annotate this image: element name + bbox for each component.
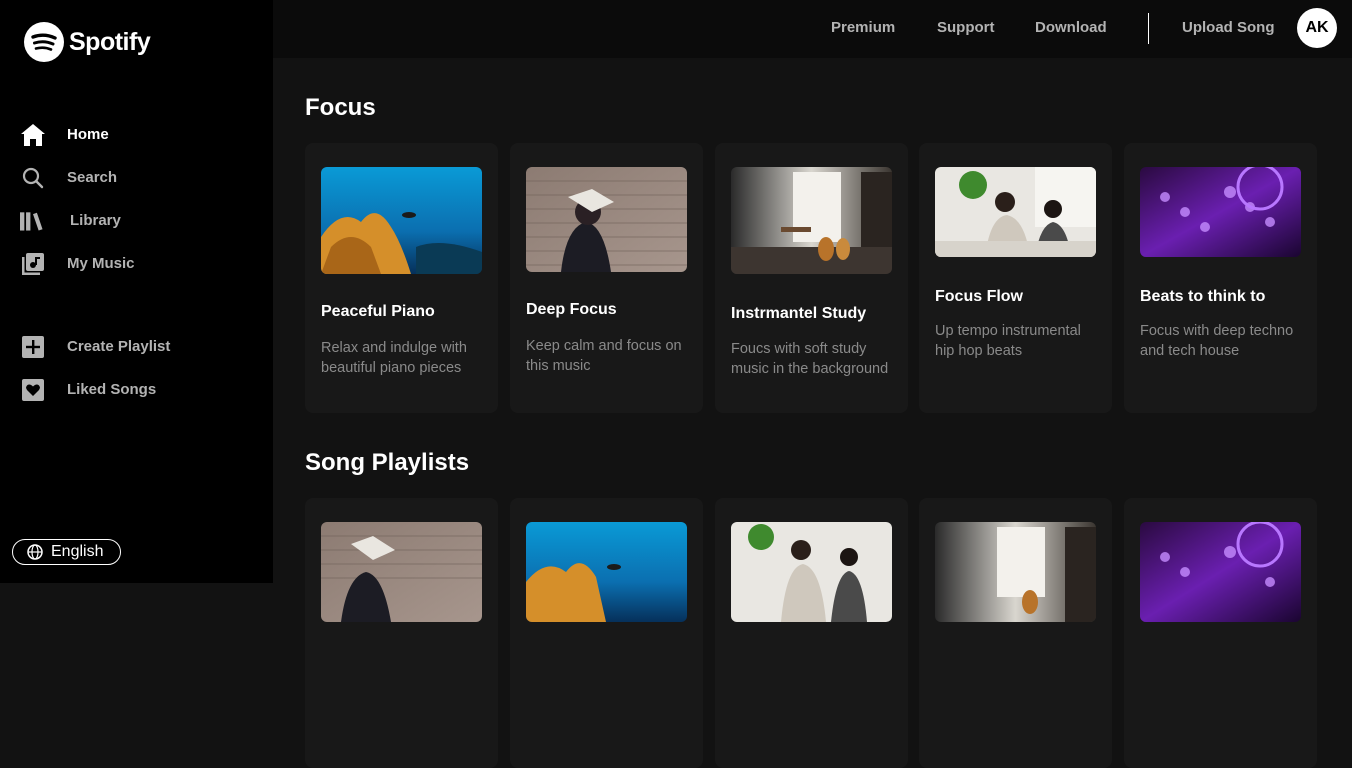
card-image-underwater-reef — [321, 167, 482, 274]
playlist-card-beats-to-think-to[interactable]: Beats to think to Focus with deep techno… — [1124, 143, 1317, 413]
song-playlist-card[interactable] — [510, 498, 703, 768]
card-image-purple-dj-mixer — [1140, 522, 1301, 622]
plus-icon — [20, 334, 46, 360]
song-playlist-card[interactable] — [715, 498, 908, 768]
card-description: Foucs with soft study music in the backg… — [731, 341, 889, 377]
song-playlist-card[interactable] — [1124, 498, 1317, 768]
main-nav: Home Search Library My Music — [20, 113, 135, 285]
playlist-card-focus-flow[interactable]: Focus Flow Up tempo instrumental hip hop… — [919, 143, 1112, 413]
sidebar: Spotify Home Search Library My Music Cre… — [0, 0, 273, 583]
playlist-card-deep-focus[interactable]: Deep Focus Keep calm and focus on this m… — [510, 143, 703, 413]
globe-icon — [27, 544, 43, 560]
search-icon — [20, 165, 46, 191]
song-playlist-card[interactable] — [305, 498, 498, 768]
card-image-purple-dj-mixer — [1140, 167, 1301, 257]
nav-label-my-music: My Music — [67, 255, 135, 272]
card-image-person-with-book — [321, 522, 482, 622]
language-label: English — [51, 543, 104, 560]
download-link[interactable]: Download — [1035, 19, 1107, 36]
create-playlist-label: Create Playlist — [67, 338, 171, 355]
nav-label-home: Home — [67, 126, 109, 143]
card-title: Deep Focus — [526, 301, 617, 318]
card-description: Focus with deep techno and tech house — [1140, 323, 1294, 359]
library-icon — [20, 208, 46, 234]
support-link[interactable]: Support — [937, 19, 995, 36]
song-playlist-card[interactable] — [919, 498, 1112, 768]
create-playlist-button[interactable]: Create Playlist — [20, 325, 170, 368]
main-content: Focus Peaceful Piano Relax and indulge w… — [273, 58, 1352, 768]
card-image-two-people-studying — [935, 167, 1096, 257]
card-description: Up tempo instrumental hip hop beats — [935, 323, 1081, 359]
card-title: Peaceful Piano — [321, 303, 435, 320]
card-image-guitars-by-window — [935, 522, 1096, 622]
playlist-card-peaceful-piano[interactable]: Peaceful Piano Relax and indulge with be… — [305, 143, 498, 413]
nav-label-search: Search — [67, 169, 118, 186]
card-description: Keep calm and focus on this music — [526, 338, 682, 374]
card-title: Instrmantel Study — [731, 305, 867, 322]
card-image-person-with-book — [526, 167, 687, 272]
nav-item-search[interactable]: Search — [20, 156, 135, 199]
nav-item-home[interactable]: Home — [20, 113, 135, 156]
card-image-guitars-by-window — [731, 167, 892, 274]
playlist-card-instrumental-study[interactable]: Instrmantel Study Foucs with soft study … — [715, 143, 908, 413]
brand-name: Spotify — [69, 27, 151, 56]
card-description: Relax and indulge with beautiful piano p… — [321, 340, 467, 376]
language-button[interactable]: English — [12, 539, 121, 565]
topbar-divider — [1148, 13, 1149, 44]
spotify-logo-icon — [24, 22, 64, 62]
card-title: Focus Flow — [935, 288, 1023, 305]
card-image-two-people-studying — [731, 522, 892, 622]
upload-song-link[interactable]: Upload Song — [1182, 19, 1275, 36]
liked-songs-label: Liked Songs — [67, 381, 157, 398]
liked-songs-button[interactable]: Liked Songs — [20, 368, 170, 411]
my-music-icon — [20, 251, 46, 277]
home-icon — [20, 122, 46, 148]
avatar[interactable]: AK — [1297, 8, 1337, 48]
nav-item-library[interactable]: Library — [20, 199, 135, 242]
playlist-actions: Create Playlist Liked Songs — [20, 325, 170, 411]
nav-item-my-music[interactable]: My Music — [20, 242, 135, 285]
card-image-underwater-reef — [526, 522, 687, 622]
section-title-focus: Focus — [305, 94, 376, 121]
spotify-logo[interactable]: Spotify — [24, 22, 151, 62]
section-title-song-playlists: Song Playlists — [305, 449, 470, 476]
heart-icon — [20, 377, 46, 403]
card-title: Beats to think to — [1140, 288, 1266, 305]
top-bar: Premium Support Download Upload Song AK — [273, 0, 1352, 58]
nav-label-library: Library — [70, 212, 121, 229]
premium-link[interactable]: Premium — [831, 19, 895, 36]
